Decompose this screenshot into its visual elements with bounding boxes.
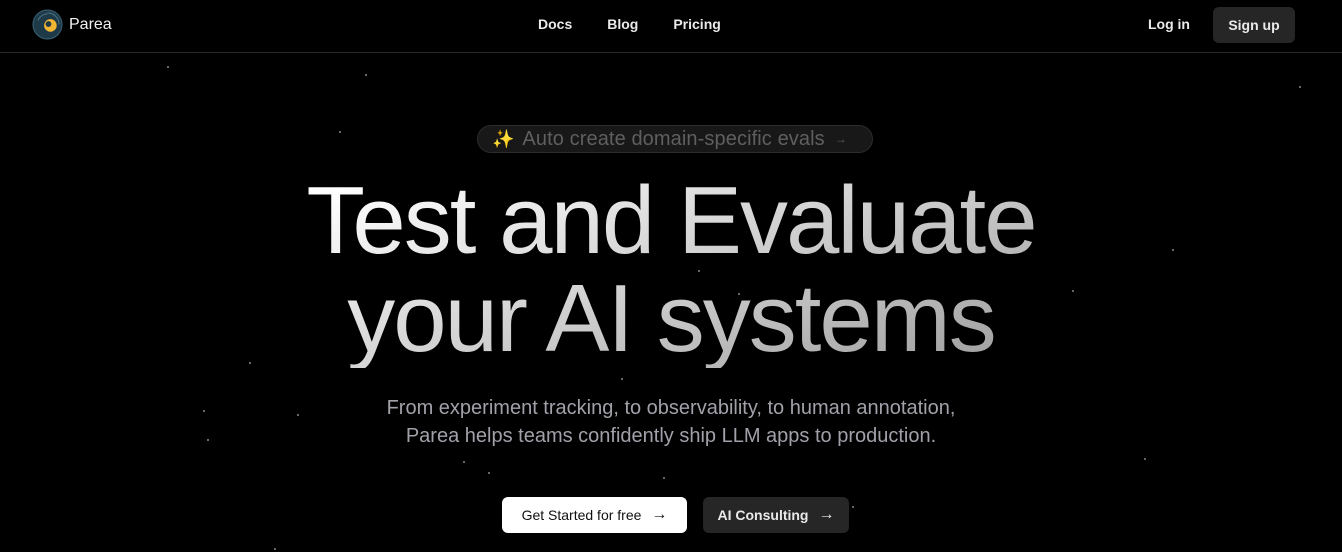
main-nav: Docs Blog Pricing [538,16,721,32]
star-dot [339,131,341,133]
hero-subtitle: From experiment tracking, to observabili… [0,394,1342,450]
ai-consulting-label: AI Consulting [717,507,809,523]
brand-name: Parea [69,15,112,33]
announcement-text: Auto create domain-specific evals [522,127,825,150]
nav-link-blog[interactable]: Blog [607,16,638,32]
get-started-label: Get Started for free [521,507,642,523]
top-nav: Parea Docs Blog Pricing Log in Sign up [0,0,1342,53]
star-dot [365,74,367,76]
hero-heading: Test and Evaluate your AI systems [0,172,1342,368]
signup-button[interactable]: Sign up [1213,7,1295,43]
ai-consulting-button[interactable]: AI Consulting → [703,497,849,533]
star-dot [463,461,465,463]
arrow-right-icon: → [651,506,668,523]
star-dot [1299,86,1301,88]
hero-line-2: your AI systems [347,265,995,372]
hero-line-1: Test and Evaluate [306,167,1036,274]
parea-logo-icon [32,9,63,40]
nav-link-pricing[interactable]: Pricing [673,16,720,32]
subtitle-line-2: Parea helps teams confidently ship LLM a… [405,425,937,447]
announcement-pill[interactable]: ✨ Auto create domain-specific evals → [477,125,873,153]
brand-logo-link[interactable]: Parea [32,9,112,40]
star-dot [1144,458,1146,460]
star-dot [663,477,665,479]
subtitle-line-1: From experiment tracking, to observabili… [386,397,956,419]
star-dot [852,506,854,508]
nav-link-docs[interactable]: Docs [538,16,572,32]
star-dot [488,472,490,474]
star-dot [621,378,623,380]
arrow-right-icon: → [834,132,847,146]
login-link[interactable]: Log in [1148,16,1190,32]
get-started-button[interactable]: Get Started for free → [502,497,687,533]
arrow-right-icon: → [818,506,835,523]
sparkles-icon: ✨ [492,128,515,149]
star-dot [274,548,276,550]
star-dot [167,66,169,68]
